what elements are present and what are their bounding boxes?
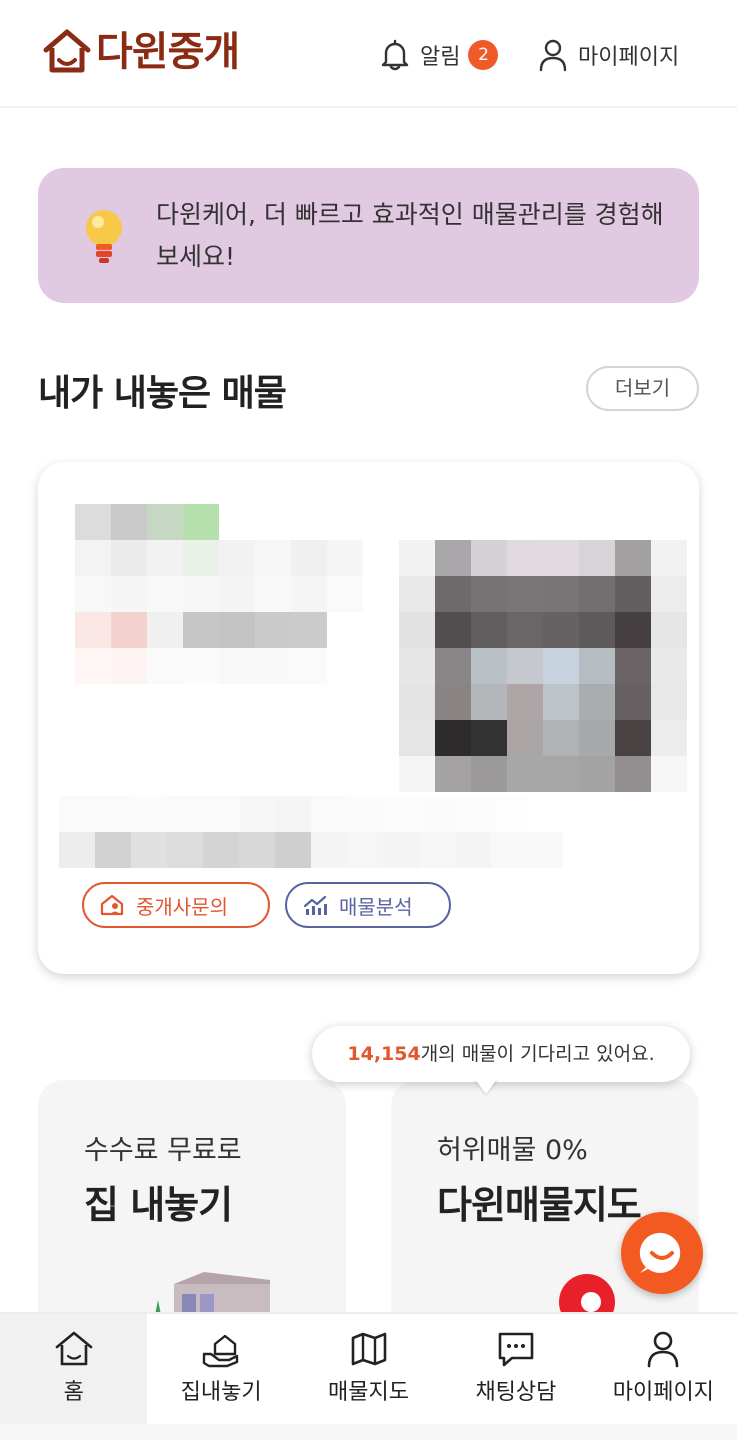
listing-analysis-label: 매물분석 [339, 894, 413, 919]
nav-chat-label: 채팅상담 [475, 1380, 557, 1405]
nav-listing-map-label: 매물지도 [328, 1380, 409, 1405]
listing-count-suffix: 개의 매물이 기다리고 있어요. [420, 1043, 655, 1065]
dawin-map-subtitle: 허위매물 0% [437, 1135, 588, 1166]
app-header: 다윈중개 알림 2 마이페이지 [0, 0, 737, 108]
chat-bubble-icon [639, 1232, 681, 1273]
logo-text: 다윈중개 [96, 29, 240, 75]
nav-mypage[interactable]: 마이페이지 [590, 1314, 737, 1424]
house-person-icon [100, 894, 124, 916]
banner-text: 다윈케어, 더 빠르고 효과적인 매물관리를 경험해보세요! [156, 200, 664, 271]
alarm-count-badge: 2 [468, 40, 499, 70]
hand-house-icon [202, 1334, 239, 1368]
list-house-title: 집 내놓기 [84, 1183, 233, 1227]
nav-chat[interactable]: 채팅상담 [442, 1314, 589, 1424]
system-bar [0, 1424, 737, 1440]
nav-home-label: 홈 [63, 1380, 84, 1405]
nav-home[interactable]: 홈 [0, 1314, 148, 1424]
listing-photo [399, 540, 687, 792]
listing-analysis-button[interactable]: 매물분석 [285, 882, 451, 928]
listing-count-tooltip: 14,154개의 매물이 기다리고 있어요. [312, 1026, 690, 1082]
office-inquiry-button[interactable]: 중개사문의 [82, 882, 270, 928]
user-icon [539, 39, 567, 72]
tooltip-tail [474, 1078, 498, 1094]
alarm-button[interactable]: 알림 2 [380, 36, 499, 74]
nav-list-house[interactable]: 집내놓기 [147, 1314, 294, 1424]
map-icon [351, 1332, 386, 1366]
listing-count: 14,154 [347, 1043, 421, 1065]
listing-card[interactable]: 중개사문의 매물분석 [38, 462, 699, 974]
blurred-listing-info [75, 504, 363, 684]
dawin-care-banner[interactable]: 다윈케어, 더 빠르고 효과적인 매물관리를 경험해보세요! [38, 168, 699, 303]
lightbulb-icon [86, 210, 122, 263]
list-house-subtitle: 수수료 무료로 [84, 1135, 242, 1166]
nav-listing-map[interactable]: 매물지도 [295, 1314, 442, 1424]
mypage-button[interactable]: 마이페이지 [538, 36, 679, 74]
blurred-address [59, 796, 563, 868]
office-inquiry-label: 중개사문의 [136, 894, 228, 919]
logo-house-icon [43, 29, 91, 73]
bottom-nav: 홈 집내놓기 매물지도 채팅상담 마이페이지 [0, 1312, 737, 1424]
chat-icon [498, 1332, 534, 1367]
user-icon [648, 1331, 679, 1368]
home-icon [55, 1331, 93, 1366]
dawin-map-title: 다윈매물지도 [437, 1183, 642, 1227]
my-listings-title: 내가 내놓은 매물 [38, 373, 287, 414]
nav-mypage-label: 마이페이지 [612, 1380, 714, 1405]
logo[interactable]: 다윈중개 [42, 26, 240, 78]
mypage-label: 마이페이지 [578, 45, 680, 70]
more-button[interactable]: 더보기 [586, 366, 699, 411]
chart-icon [303, 895, 327, 915]
chat-fab-button[interactable] [621, 1212, 703, 1294]
alarm-label: 알림 [420, 45, 461, 70]
bell-icon [381, 39, 409, 71]
nav-list-house-label: 집내놓기 [180, 1380, 262, 1405]
